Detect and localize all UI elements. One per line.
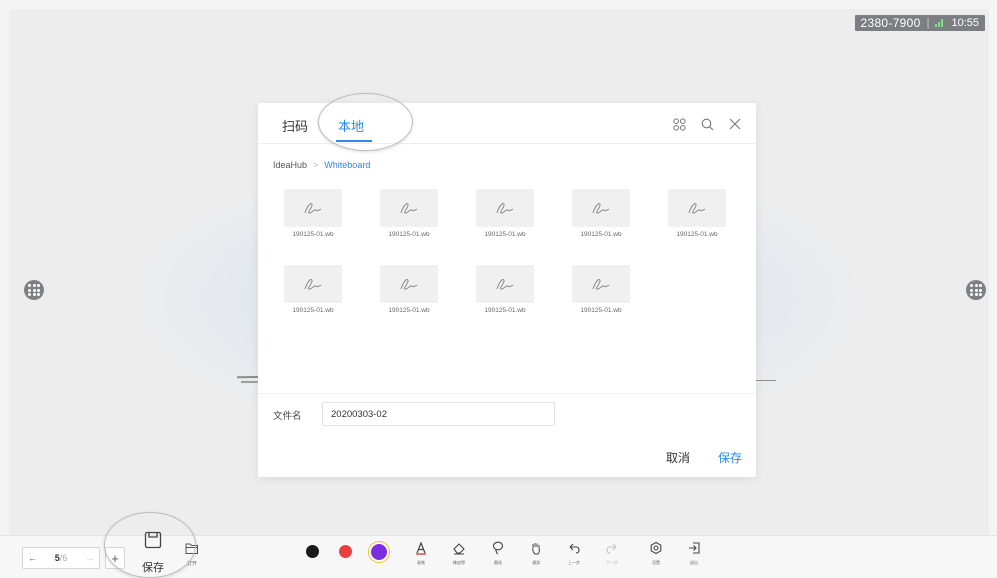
whiteboard-file-icon	[380, 189, 438, 227]
add-page-button[interactable]: +	[105, 547, 125, 569]
whiteboard-file-icon	[476, 265, 534, 303]
whiteboard-file-icon	[284, 265, 342, 303]
tool-exit-label: 退出	[690, 560, 698, 565]
file-name: 190125-01.wb	[388, 231, 430, 238]
file-name: 190125-01.wb	[580, 231, 622, 238]
tool-roam[interactable]: 漫游	[525, 541, 547, 566]
tool-undo-label: 上一步	[568, 560, 580, 565]
breadcrumb: IdeaHub > Whiteboard	[273, 160, 370, 170]
toolbar-save-label: 保存	[142, 562, 164, 574]
hand-icon	[532, 543, 540, 555]
tool-redo[interactable]: 下一步	[601, 541, 623, 566]
active-tab-indicator	[336, 140, 372, 142]
breadcrumb-root[interactable]: IdeaHub	[273, 160, 307, 170]
file-item[interactable]: 190125-01.wb	[571, 265, 631, 314]
apps-grid-icon	[970, 284, 982, 296]
right-menu-button[interactable]	[966, 280, 986, 300]
file-item[interactable]: 190125-01.wb	[475, 265, 535, 314]
page-indicator: 5/6	[55, 553, 68, 563]
file-item[interactable]: 190125-01.wb	[475, 189, 535, 238]
toolbar-open-label: 打开	[186, 561, 197, 567]
plus-icon: +	[111, 550, 119, 566]
file-name: 190125-01.wb	[484, 307, 526, 314]
next-page-icon[interactable]: →	[85, 553, 94, 563]
whiteboard-file-icon	[476, 189, 534, 227]
tool-eraser-label: 橡皮擦	[453, 560, 465, 565]
file-name: 190125-01.wb	[292, 231, 334, 238]
filename-label: 文件名	[273, 411, 302, 422]
settings-icon	[650, 541, 662, 555]
left-menu-button[interactable]	[24, 280, 44, 300]
file-name: 190125-01.wb	[676, 231, 718, 238]
page-total: /6	[59, 553, 68, 563]
file-item[interactable]: 190125-01.wb	[667, 189, 727, 238]
status-time: 10:55	[951, 17, 979, 29]
pen-stroke	[754, 380, 776, 381]
color-black[interactable]	[306, 545, 319, 558]
tool-redo-label: 下一步	[606, 560, 618, 565]
toolbar-open-button[interactable]: 打开	[180, 542, 204, 567]
tool-exit[interactable]: 退出	[683, 541, 705, 566]
tab-local[interactable]: 本地	[338, 116, 364, 135]
tool-pen[interactable]: 画笔	[410, 541, 432, 566]
meeting-id: 2380-7900	[860, 16, 921, 30]
file-name: 190125-01.wb	[580, 307, 622, 314]
search-icon[interactable]	[700, 117, 714, 131]
tool-undo[interactable]: 上一步	[563, 541, 585, 566]
whiteboard-file-icon	[380, 265, 438, 303]
pen-icon	[416, 541, 426, 555]
status-bar: 2380-7900 | 10:55	[854, 15, 985, 31]
tool-eraser[interactable]: 橡皮擦	[447, 541, 471, 566]
save-button[interactable]: 保存	[718, 449, 742, 466]
cancel-button[interactable]: 取消	[666, 449, 690, 466]
redo-icon	[606, 543, 617, 554]
grid-view-icon[interactable]	[672, 117, 686, 131]
page-navigator: ← 5/6 →	[22, 547, 100, 569]
undo-icon	[569, 543, 580, 554]
lasso-icon	[492, 541, 504, 555]
file-item[interactable]: 190125-01.wb	[283, 189, 343, 238]
prev-page-icon[interactable]: ←	[28, 553, 37, 563]
whiteboard-file-icon	[572, 189, 630, 227]
color-purple[interactable]	[371, 544, 387, 560]
tool-settings[interactable]: 设置	[645, 541, 667, 566]
file-item[interactable]: 190125-01.wb	[379, 189, 439, 238]
eraser-icon	[453, 543, 465, 555]
filename-input[interactable]	[322, 402, 555, 426]
status-separator: |	[926, 17, 930, 29]
breadcrumb-current: Whiteboard	[324, 160, 371, 170]
tool-pen-label: 画笔	[417, 560, 425, 565]
signal-icon	[935, 19, 945, 27]
whiteboard-file-icon	[668, 189, 726, 227]
apps-grid-icon	[28, 284, 40, 296]
chevron-right-icon: >	[313, 160, 319, 170]
dialog-header-actions	[672, 117, 742, 131]
whiteboard-file-icon	[284, 189, 342, 227]
tool-lasso[interactable]: 圈选	[487, 541, 509, 566]
close-icon[interactable]	[728, 117, 742, 131]
exit-icon	[689, 542, 700, 554]
save-icon	[144, 531, 162, 549]
bottom-toolbar: ← 5/6 → + 保存 打开 画笔 橡皮擦 圈选 漫游 上一步 下一步 设置	[0, 512, 997, 578]
color-red[interactable]	[339, 545, 352, 558]
file-item[interactable]: 190125-01.wb	[571, 189, 631, 238]
file-name: 190125-01.wb	[388, 307, 430, 314]
file-item[interactable]: 190125-01.wb	[379, 265, 439, 314]
tab-scan[interactable]: 扫码	[282, 116, 308, 135]
file-name: 190125-01.wb	[292, 307, 334, 314]
tool-roam-label: 漫游	[532, 560, 540, 565]
header-divider	[258, 143, 756, 144]
save-file-dialog: 扫码 本地 IdeaHub > Whiteboard 190125-01.wb …	[258, 103, 756, 477]
file-name: 190125-01.wb	[484, 231, 526, 238]
file-item[interactable]: 190125-01.wb	[283, 265, 343, 314]
whiteboard-file-icon	[572, 265, 630, 303]
folder-icon	[185, 543, 198, 554]
toolbar-save-button[interactable]: 保存	[133, 530, 173, 575]
footer-divider	[258, 393, 756, 394]
tool-settings-label: 设置	[652, 560, 660, 565]
tool-lasso-label: 圈选	[494, 560, 502, 565]
